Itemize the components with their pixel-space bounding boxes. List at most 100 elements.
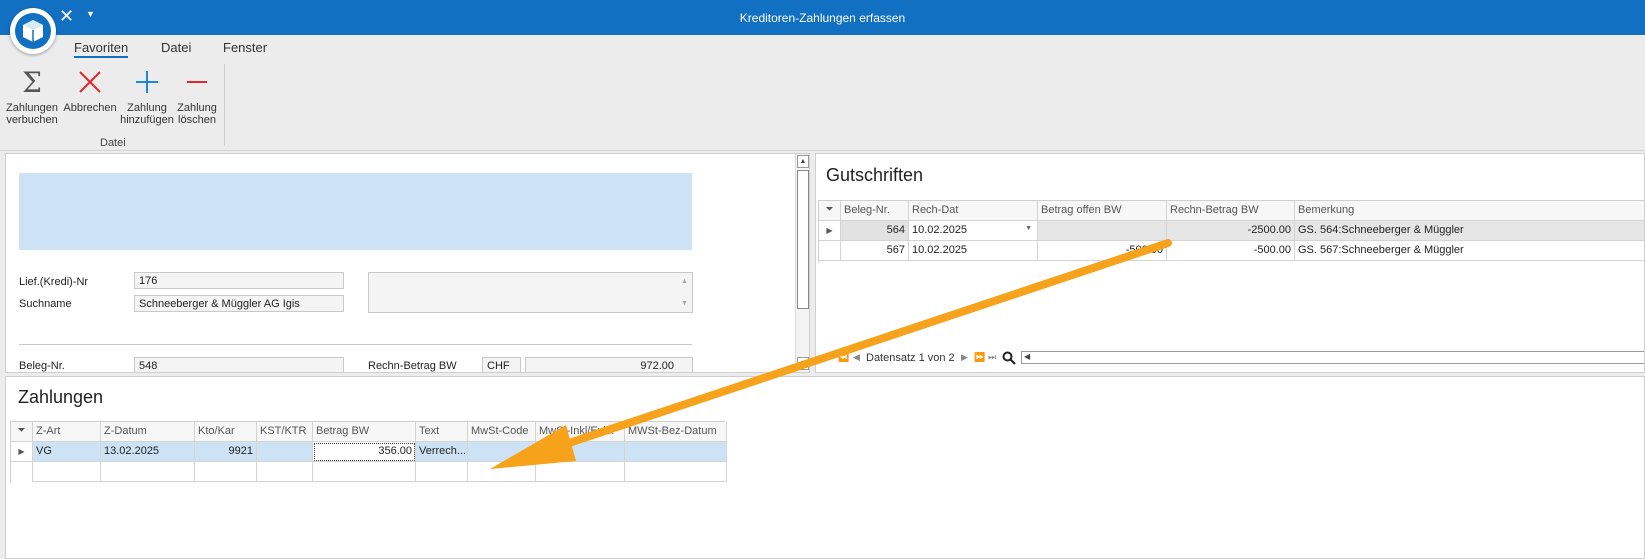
cell-rechn-betrag[interactable]: -500.00 xyxy=(1167,241,1295,261)
beleg-nr-field[interactable]: 548 xyxy=(134,357,344,372)
cell-beleg-nr[interactable]: 564 xyxy=(841,221,909,241)
col-header-rechn-betrag[interactable]: Rechn-Betrag BW xyxy=(1167,201,1295,221)
cell-betrag-offen[interactable] xyxy=(1038,221,1167,241)
first-record-icon[interactable]: ⏮ xyxy=(821,352,829,363)
cell-betrag-bw[interactable]: 356.00 xyxy=(313,442,416,462)
table-row[interactable]: ▶ 564 10.02.2025 ▼ -2500.00 GS. 564:Schne… xyxy=(819,221,1644,241)
cell-betrag-offen[interactable]: -500.00 xyxy=(1038,241,1167,261)
col-header-rech-dat[interactable]: Rech-Dat xyxy=(909,201,1038,221)
gutschriften-grid: ⏷ Beleg-Nr. Rech-Dat Betrag offen BW Rec… xyxy=(818,200,1644,263)
tab-favoriten[interactable]: Favoriten xyxy=(74,40,129,58)
cell-empty[interactable] xyxy=(101,462,195,482)
cell-rech-dat[interactable]: 10.02.2025 xyxy=(909,241,1038,261)
row-indicator-icon: ▶ xyxy=(11,442,33,462)
minus-icon xyxy=(187,81,207,83)
title-bar: ✕ ▼ Kreditoren-Zahlungen erfassen xyxy=(0,0,1645,35)
cell-mwst-code[interactable] xyxy=(468,442,536,462)
col-header-betrag-bw[interactable]: Betrag BW xyxy=(313,422,416,442)
gutschriften-title: Gutschriften xyxy=(826,165,924,185)
col-header-mwst-inkl[interactable]: MwSt-Inkl/Exkl. xyxy=(536,422,625,442)
scroll-thumb[interactable] xyxy=(797,170,809,309)
currency-field[interactable]: CHF xyxy=(482,357,521,372)
cell-beleg-nr[interactable]: 567 xyxy=(841,241,909,261)
address-memo-field[interactable]: ▲ ▼ xyxy=(368,272,693,313)
row-indicator-icon: ▶ xyxy=(819,221,841,241)
memo-scroll-down-icon[interactable]: ▼ xyxy=(678,297,691,310)
record-counter: Datensatz 1 von 2 xyxy=(866,352,955,364)
cell-empty[interactable] xyxy=(468,462,536,482)
cell-z-datum[interactable]: 13.02.2025 xyxy=(101,442,195,462)
app-logo-icon[interactable] xyxy=(10,8,56,54)
cell-kto-kar[interactable]: 9921 xyxy=(195,442,257,462)
scroll-up-icon[interactable]: ▲ xyxy=(797,155,809,168)
memo-scroll-up-icon[interactable]: ▲ xyxy=(678,275,691,288)
svg-text:Σ: Σ xyxy=(22,66,42,99)
col-header-mwst-bez-datum[interactable]: MWSt-Bez-Datum xyxy=(625,422,727,442)
form-vertical-scrollbar[interactable]: ▲ ▼ xyxy=(795,154,809,372)
filter-icon[interactable]: ⏷ xyxy=(11,422,33,442)
dropdown-arrow-icon[interactable]: ▼ xyxy=(1025,225,1032,232)
zahlungen-title: Zahlungen xyxy=(18,387,104,407)
cell-kst-ktr[interactable] xyxy=(257,442,313,462)
grid-header-row: ⏷ Beleg-Nr. Rech-Dat Betrag offen BW Rec… xyxy=(819,201,1644,221)
sigma-icon: Σ xyxy=(22,66,42,99)
cell-empty[interactable] xyxy=(33,462,101,482)
col-header-mwst-code[interactable]: MwSt-Code xyxy=(468,422,536,442)
suchname-field[interactable]: Schneeberger & Müggler AG Igis xyxy=(134,295,344,312)
filter-icon[interactable]: ⏷ xyxy=(819,201,841,221)
cell-bemerkung[interactable]: GS. 567:Schneeberger & Müggler xyxy=(1295,241,1644,261)
suchname-label: Suchname xyxy=(19,298,72,310)
new-row[interactable] xyxy=(11,462,727,482)
row-indicator xyxy=(819,241,841,261)
col-header-bemerkung[interactable]: Bemerkung xyxy=(1295,201,1644,221)
last-record-icon[interactable]: ⏭ xyxy=(988,352,996,363)
zahlung-hinzufuegen-button[interactable]: Zahlung hinzufügen xyxy=(119,66,175,126)
rechn-betrag-field[interactable]: 972.00 xyxy=(525,357,693,372)
zahlungen-verbuchen-button[interactable]: Σ Zahlungen verbuchen xyxy=(4,66,60,126)
cell-rechn-betrag[interactable]: -2500.00 xyxy=(1167,221,1295,241)
col-header-kst-ktr[interactable]: KST/KTR xyxy=(257,422,313,442)
kredi-nr-field[interactable]: 176 xyxy=(134,272,344,289)
col-header-beleg-nr[interactable]: Beleg-Nr. xyxy=(841,201,909,221)
col-header-betrag-offen[interactable]: Betrag offen BW xyxy=(1038,201,1167,221)
tab-datei[interactable]: Datei xyxy=(161,40,191,55)
prev-record-icon[interactable]: ◀ xyxy=(853,352,860,363)
tab-fenster[interactable]: Fenster xyxy=(223,40,267,55)
cell-mwst-bez-datum[interactable] xyxy=(625,442,727,462)
col-header-text[interactable]: Text xyxy=(416,422,468,442)
cell-empty[interactable] xyxy=(416,462,468,482)
col-header-kto-kar[interactable]: Kto/Kar xyxy=(195,422,257,442)
cell-empty[interactable] xyxy=(257,462,313,482)
col-header-z-datum[interactable]: Z-Datum xyxy=(101,422,195,442)
cell-bemerkung[interactable]: GS. 564:Schneeberger & Müggler xyxy=(1295,221,1644,241)
horizontal-scrollbar[interactable]: ◀ xyxy=(1021,351,1644,364)
ribbon-separator xyxy=(224,64,225,146)
beleg-form-panel: Lief.(Kredi)-Nr 176 Suchname Schneeberge… xyxy=(5,153,810,373)
cancel-x-icon xyxy=(79,71,101,93)
abbrechen-label: Abbrechen xyxy=(63,102,117,114)
zahlung-loeschen-button[interactable]: Zahlung löschen xyxy=(173,66,221,126)
cell-empty[interactable] xyxy=(195,462,257,482)
cell-z-art[interactable]: VG xyxy=(33,442,101,462)
next-record-icon[interactable]: ▶ xyxy=(961,352,968,363)
cell-text[interactable]: Verrech... xyxy=(416,442,468,462)
zahlungen-grid: ⏷ Z-Art Z-Datum Kto/Kar KST/KTR Betrag B… xyxy=(10,421,727,483)
abbrechen-button[interactable]: Abbrechen xyxy=(62,66,118,114)
scroll-left-icon[interactable]: ◀ xyxy=(1024,352,1030,361)
kredi-nr-label: Lief.(Kredi)-Nr xyxy=(19,276,89,288)
search-icon[interactable] xyxy=(1002,351,1016,365)
table-row[interactable]: ▶ VG 13.02.2025 9921 356.00 Verrech... xyxy=(11,442,727,462)
col-header-z-art[interactable]: Z-Art xyxy=(33,422,101,442)
cell-rech-dat[interactable]: 10.02.2025 ▼ xyxy=(909,221,1038,241)
cell-mwst-inkl[interactable] xyxy=(536,442,625,462)
next-page-icon[interactable]: ⏩ xyxy=(974,352,985,363)
cell-empty[interactable] xyxy=(625,462,727,482)
scroll-down-icon[interactable]: ▼ xyxy=(797,357,809,370)
zahlungen-panel: Zahlungen ⏷ Z-Art Z-Datum Kto/Kar KST/KT… xyxy=(5,376,1645,559)
cell-empty[interactable] xyxy=(536,462,625,482)
plus-icon xyxy=(136,71,158,93)
table-row[interactable]: 567 10.02.2025 -500.00 -500.00 GS. 567:S… xyxy=(819,241,1644,261)
beleg-nr-label: Beleg-Nr. xyxy=(19,360,65,372)
cell-empty[interactable] xyxy=(313,462,416,482)
prev-page-icon[interactable]: ⏪ xyxy=(838,352,849,363)
